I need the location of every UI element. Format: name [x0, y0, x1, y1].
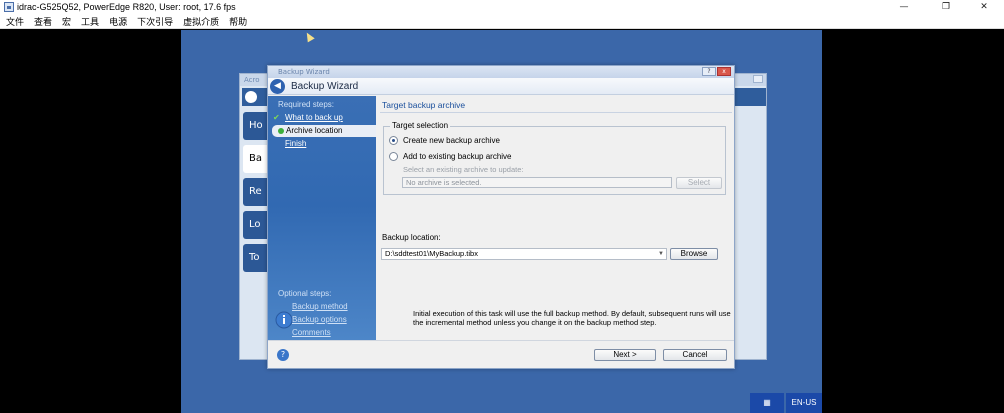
add-existing-radio[interactable]: [389, 152, 398, 161]
menu-help[interactable]: 帮助: [229, 15, 247, 28]
target-selection-group: Target selection Create new backup archi…: [383, 121, 726, 195]
menu-macro[interactable]: 宏: [62, 15, 71, 28]
step-archive-location[interactable]: Archive location: [272, 125, 376, 137]
background-nav-backup[interactable]: Ba: [243, 145, 269, 173]
restore-button[interactable]: ❐: [926, 0, 966, 14]
wizard-window-title-text: Backup Wizard: [278, 68, 330, 76]
menu-file[interactable]: 文件: [6, 15, 24, 28]
step-backup-options[interactable]: Backup options: [292, 315, 347, 324]
target-selection-legend: Target selection: [390, 121, 451, 130]
keyboard-tray-icon[interactable]: ▦: [750, 393, 784, 413]
backup-wizard-dialog: Backup Wizard ? x ◀ Backup Wizard Requir…: [267, 65, 735, 369]
add-existing-label[interactable]: Add to existing backup archive: [403, 152, 512, 161]
mouse-cursor-icon: [303, 30, 315, 43]
wizard-window-controls: ? x: [702, 67, 731, 76]
info-icon: [275, 311, 293, 329]
main-title: Target backup archive: [382, 100, 466, 110]
info-message: Initial execution of this task will use …: [413, 309, 731, 327]
step-backup-method[interactable]: Backup method: [292, 302, 348, 311]
background-nav-home[interactable]: Ho: [243, 112, 269, 140]
background-nav-log[interactable]: Lo: [243, 211, 269, 239]
wizard-title: Backup Wizard: [291, 80, 359, 92]
backup-location-value: D:\sddtest01\MyBackup.tibx: [385, 249, 478, 258]
menu-power[interactable]: 电源: [109, 15, 127, 28]
back-arrow-icon[interactable]: ◀: [270, 78, 285, 94]
create-new-label[interactable]: Create new backup archive: [403, 136, 500, 145]
wizard-window-title: Backup Wizard ? x: [268, 66, 734, 78]
wizard-help-icon[interactable]: ?: [702, 67, 716, 76]
language-indicator[interactable]: EN-US: [786, 393, 822, 413]
browse-button[interactable]: Browse: [670, 248, 718, 260]
select-button: Select: [676, 177, 722, 189]
background-nav-tools[interactable]: To: [243, 244, 269, 272]
wizard-header: ◀ Backup Wizard: [268, 78, 734, 95]
background-close-icon[interactable]: [753, 75, 763, 83]
menu-virtual-media[interactable]: 虚拟介质: [183, 15, 219, 28]
cancel-button[interactable]: Cancel: [663, 349, 727, 361]
step-archive-location-label: Archive location: [286, 126, 343, 135]
select-existing-hint: Select an existing archive to update:: [403, 165, 524, 174]
step-what-to-back-up[interactable]: What to back up: [285, 113, 343, 122]
step-comments[interactable]: Comments: [292, 328, 331, 337]
background-nav-recovery[interactable]: Re: [243, 178, 269, 206]
minimize-button[interactable]: —: [884, 0, 924, 14]
current-step-bullet-icon: [278, 128, 284, 134]
help-icon[interactable]: ?: [277, 349, 289, 361]
create-new-radio[interactable]: [389, 136, 398, 145]
wizard-close-icon[interactable]: x: [717, 67, 731, 76]
wizard-steps-sidebar: Required steps: ✔ What to back up Archiv…: [268, 96, 376, 340]
app-title-bar: idrac-G525Q52, PowerEdge R820, User: roo…: [0, 0, 1004, 14]
step-done-check-icon: ✔: [273, 113, 280, 122]
app-icon: [4, 2, 14, 12]
next-button[interactable]: Next >: [594, 349, 656, 361]
menu-bar: 文件 查看 宏 工具 电源 下次引导 虚拟介质 帮助: [0, 14, 1004, 29]
wizard-footer: ? Next > Cancel: [268, 340, 734, 368]
existing-archive-field: No archive is selected.: [402, 177, 672, 188]
title-divider: [380, 112, 732, 113]
optional-steps-label: Optional steps:: [278, 289, 332, 298]
wizard-main-panel: Target backup archive Target selection C…: [376, 96, 734, 340]
menu-view[interactable]: 查看: [34, 15, 52, 28]
close-button[interactable]: ✕: [964, 0, 1004, 14]
background-back-icon[interactable]: [245, 91, 257, 103]
menu-next-boot[interactable]: 下次引导: [137, 15, 173, 28]
window-title: idrac-G525Q52, PowerEdge R820, User: roo…: [17, 2, 236, 12]
remote-screen[interactable]: Acro Ho Ba Re Lo To Backup Wizard ? x ◀ …: [181, 30, 822, 413]
dropdown-arrow-icon[interactable]: ▼: [658, 249, 664, 259]
backup-location-combo[interactable]: D:\sddtest01\MyBackup.tibx ▼: [381, 248, 667, 260]
step-finish[interactable]: Finish: [285, 139, 306, 148]
backup-location-label: Backup location:: [382, 233, 441, 242]
menu-tools[interactable]: 工具: [81, 15, 99, 28]
required-steps-label: Required steps:: [278, 100, 335, 109]
